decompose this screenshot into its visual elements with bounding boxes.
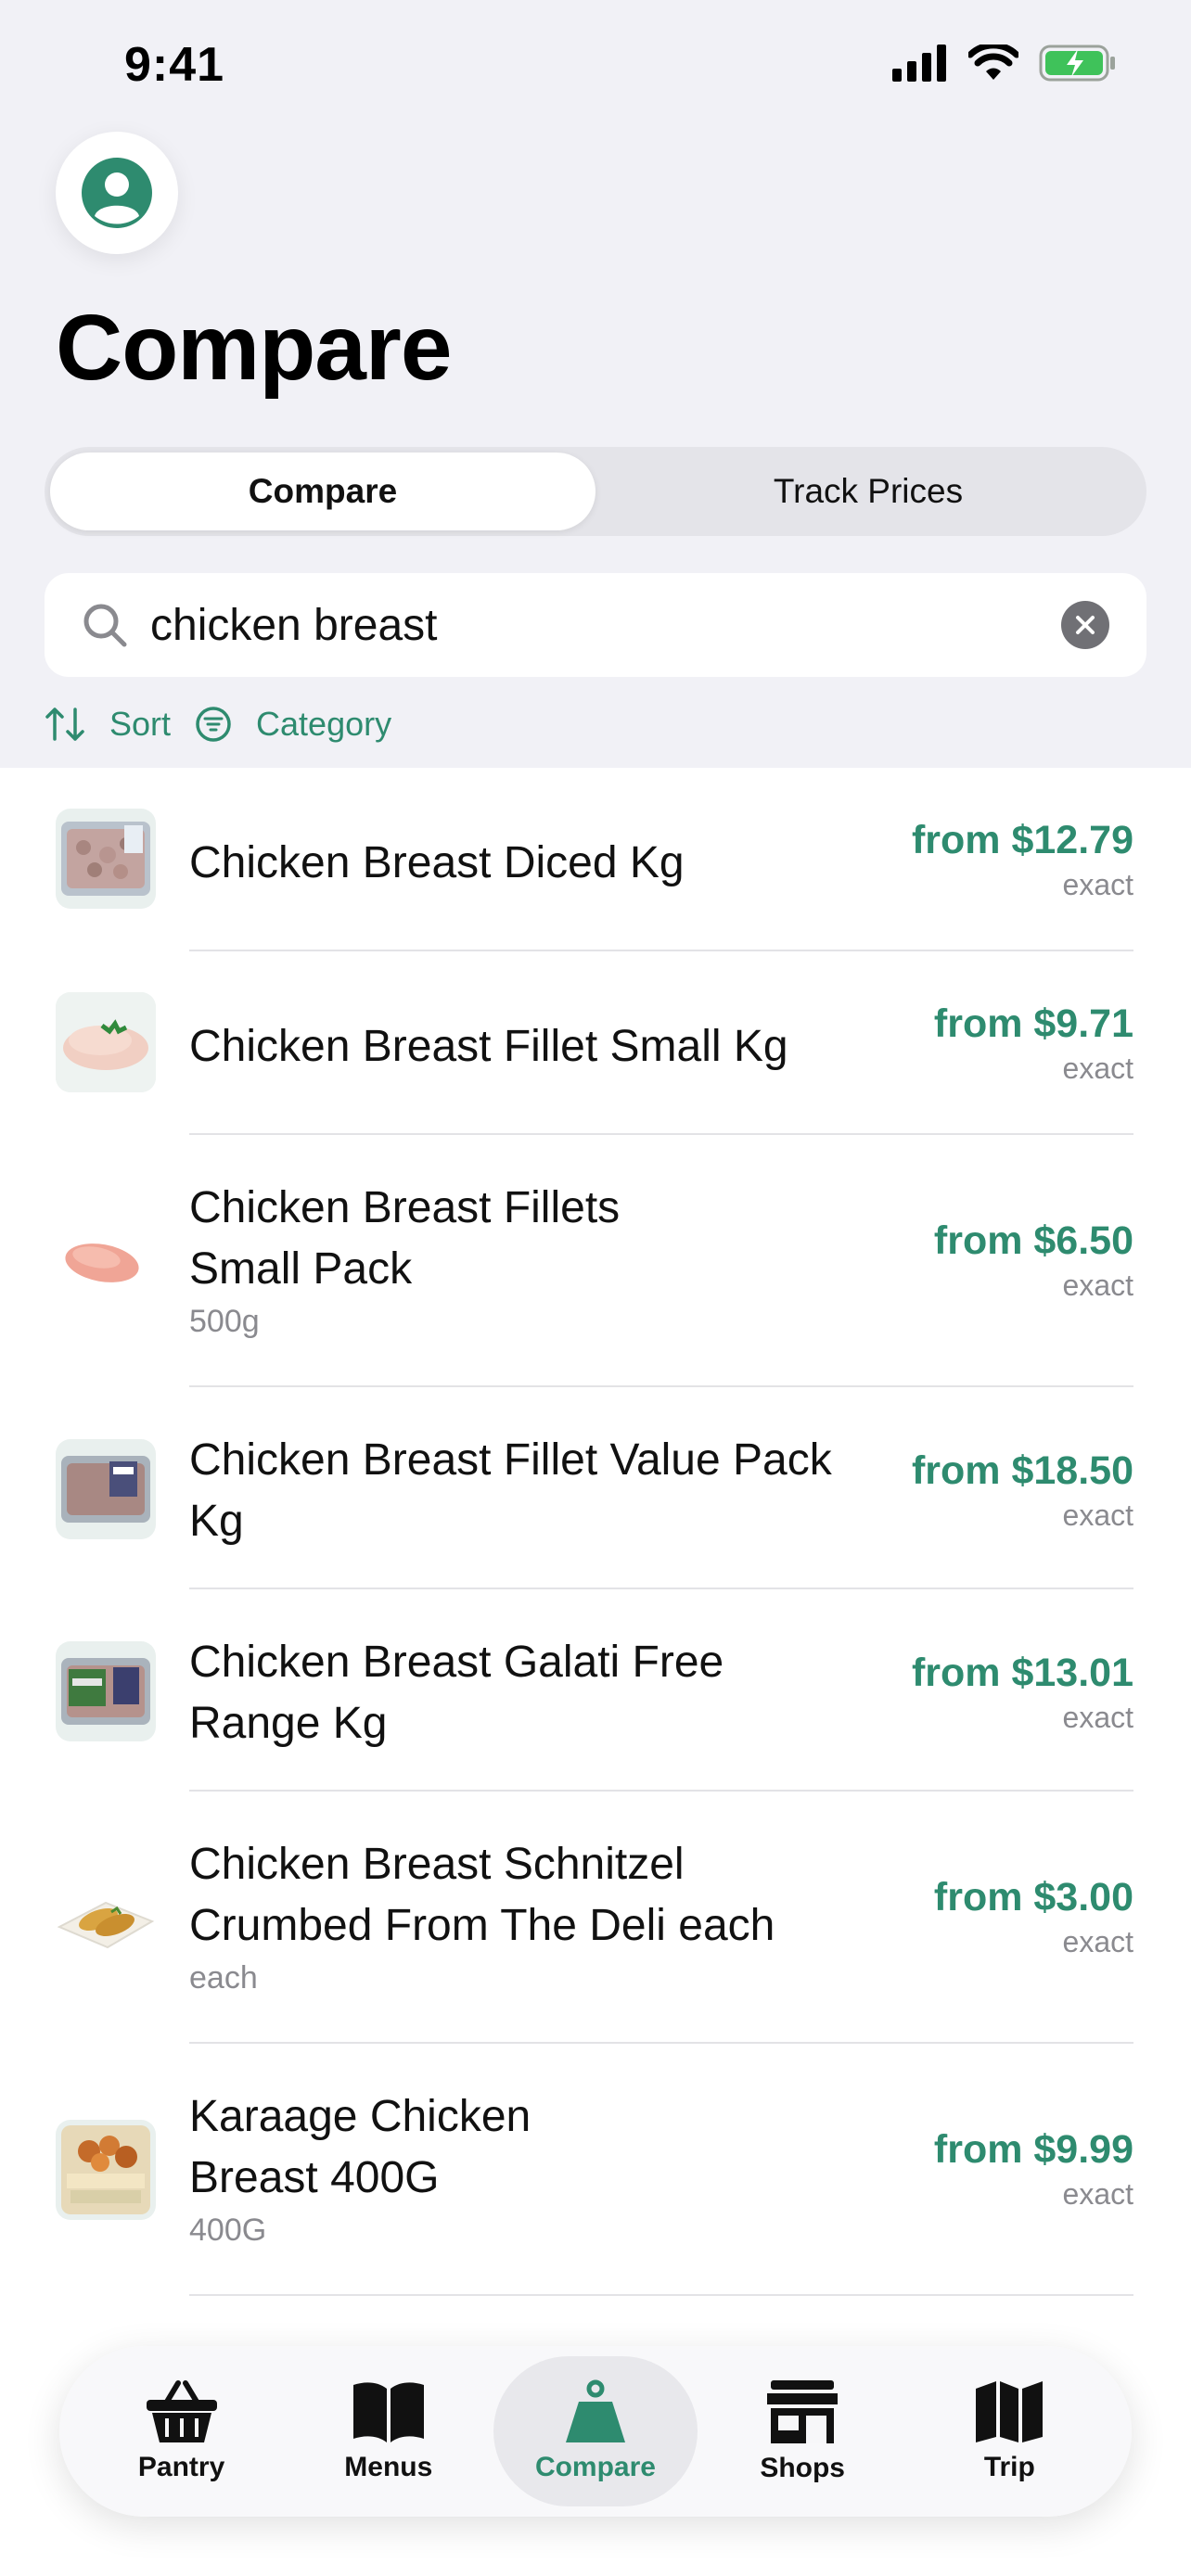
product-title: Chicken Breast Fillets Small Pack [189, 1183, 621, 1294]
product-image [56, 1868, 156, 1968]
tab-label: Pantry [137, 2452, 225, 2482]
search-icon [83, 604, 127, 647]
tab-label: Menus [344, 2452, 433, 2482]
basket-icon [146, 2380, 217, 2442]
product-title: Karaage Chicken Breast 400G [189, 2092, 531, 2202]
sort-button[interactable]: Sort [45, 705, 171, 744]
match-label: exact [1062, 1269, 1133, 1302]
product-size: each [189, 1960, 258, 1996]
match-label: exact [1062, 868, 1133, 901]
product-title: Chicken Breast Fillet Small Kg [189, 1022, 788, 1071]
product-size: 400G [189, 2213, 267, 2248]
sort-icon [45, 708, 84, 741]
product-size: 500g [189, 1304, 260, 1339]
battery-icon [1039, 45, 1115, 82]
tab-label: Trip [983, 2452, 1035, 2482]
tab-shops[interactable]: Shops [700, 2356, 904, 2506]
match-label: exact [1062, 1052, 1133, 1085]
list-item[interactable]: Chicken Breast Fillets Small Pack 500g f… [0, 1135, 1191, 1387]
scale-icon [565, 2379, 625, 2442]
sort-label: Sort [109, 705, 172, 743]
list-item[interactable]: Karaage Chicken Breast 400G 400G from $9… [0, 2044, 1191, 2296]
page-title: Compare [56, 296, 452, 400]
row-divider [189, 2294, 1133, 2296]
product-image [56, 992, 156, 1092]
tab-compare[interactable]: Compare [493, 2356, 698, 2506]
product-title: Chicken Breast Schnitzel Crumbed From Th… [189, 1840, 775, 1950]
product-image [56, 809, 156, 909]
product-image [56, 1211, 156, 1311]
filter-bar: Sort Category [45, 705, 416, 744]
tab-bar: Pantry Menus Compare Shops Trip [59, 2346, 1132, 2517]
match-label: exact [1062, 1925, 1133, 1958]
product-price: from $18.50 [911, 1448, 1133, 1493]
book-icon [352, 2382, 424, 2442]
match-label: exact [1062, 1498, 1133, 1532]
tab-pantry[interactable]: Pantry [80, 2356, 284, 2506]
category-button[interactable]: Category [195, 705, 391, 744]
status-time: 9:41 [124, 38, 225, 92]
product-image [56, 2120, 156, 2220]
signal-icon [892, 45, 946, 82]
clear-search-button[interactable] [1061, 601, 1109, 649]
product-price: from $9.71 [933, 1001, 1133, 1046]
tab-menus[interactable]: Menus [287, 2356, 491, 2506]
storefront-icon [767, 2380, 839, 2443]
product-title: Chicken Breast Fillet Value Pack Kg [189, 1435, 832, 1546]
tab-label: Compare [534, 2452, 656, 2482]
product-price: from $9.99 [933, 2127, 1133, 2172]
product-price: from $3.00 [933, 1875, 1133, 1919]
profile-button[interactable] [56, 132, 178, 254]
user-avatar-icon [82, 158, 152, 228]
category-label: Category [256, 705, 392, 743]
product-title: Chicken Breast Diced Kg [189, 838, 685, 887]
filter-icon [196, 707, 231, 742]
list-item[interactable]: Chicken Breast Fillet Small Kg from $9.7… [0, 951, 1191, 1135]
product-image [56, 1641, 156, 1741]
list-item[interactable]: Chicken Breast Galati Free Range Kg from… [0, 1589, 1191, 1792]
map-icon [976, 2381, 1044, 2442]
wifi-icon [968, 45, 1018, 80]
status-icons [892, 45, 1117, 82]
tab-label: Shops [760, 2453, 845, 2483]
close-icon [1076, 616, 1095, 634]
segmented-control: Compare Track Prices [45, 447, 1146, 536]
product-price: from $13.01 [911, 1651, 1133, 1695]
product-title: Chicken Breast Galati Free Range Kg [189, 1638, 724, 1748]
list-item[interactable]: Chicken Breast Fillet Value Pack Kg from… [0, 1387, 1191, 1589]
search-input[interactable]: chicken breast [150, 600, 1061, 651]
list-item[interactable]: Chicken Breast Schnitzel Crumbed From Th… [0, 1792, 1191, 2044]
search-bar[interactable]: chicken breast [45, 573, 1146, 677]
segment-track-prices[interactable]: Track Prices [596, 453, 1141, 530]
list-item[interactable]: Chicken Breast Diced Kg from $12.79 exac… [0, 768, 1191, 951]
match-label: exact [1062, 2177, 1133, 2211]
product-image [56, 1439, 156, 1539]
match-label: exact [1062, 1701, 1133, 1734]
results-list: Chicken Breast Diced Kg from $12.79 exac… [0, 768, 1191, 2296]
product-price: from $6.50 [933, 1218, 1133, 1263]
product-price: from $12.79 [911, 818, 1133, 862]
tab-trip[interactable]: Trip [907, 2356, 1111, 2506]
segment-compare[interactable]: Compare [50, 453, 596, 530]
